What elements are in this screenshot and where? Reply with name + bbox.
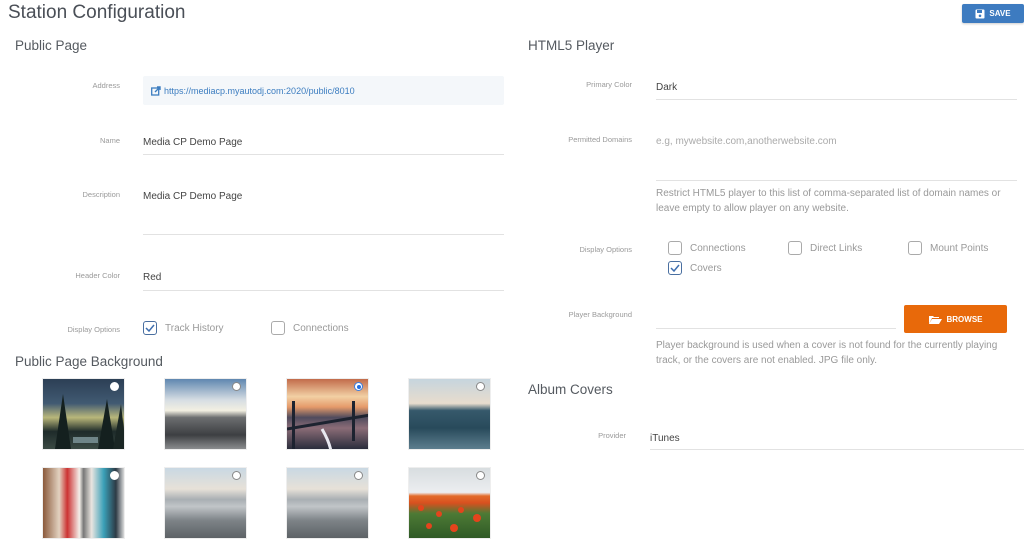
player-background-help: Player background is used when a cover i… (656, 340, 998, 366)
checkbox-covers[interactable]: Covers (668, 261, 722, 275)
background-radio[interactable] (476, 382, 485, 391)
checkbox-unchecked-icon[interactable] (908, 241, 922, 255)
checkbox-direct-links[interactable]: Direct Links (788, 241, 862, 255)
checkbox-mount-points[interactable]: Mount Points (908, 241, 988, 255)
primary-color-select[interactable]: Dark (656, 82, 677, 93)
external-link-icon (151, 85, 161, 96)
public-display-options-label: Display Options (67, 325, 120, 334)
header-color-underline (143, 290, 504, 291)
primary-color-underline (656, 99, 1017, 100)
provider-label: Provider (598, 431, 626, 440)
checkbox-connections[interactable]: Connections (271, 321, 349, 335)
checkbox-unchecked-icon[interactable] (271, 321, 285, 335)
provider-select[interactable]: iTunes (650, 433, 680, 444)
public-page-title: Public Page (15, 38, 88, 53)
name-input[interactable]: Media CP Demo Page (143, 137, 242, 148)
background-radio[interactable] (110, 471, 119, 480)
background-option-misty-mountains[interactable] (164, 467, 247, 539)
background-radio[interactable] (476, 471, 485, 480)
page-title: Station Configuration (8, 2, 186, 23)
background-radio[interactable] (354, 471, 363, 480)
checkbox-label: Mount Points (930, 242, 989, 254)
header-color-label: Header Color (75, 271, 120, 280)
checkbox-unchecked-icon[interactable] (668, 241, 682, 255)
browse-button-label: BROWSE (946, 314, 983, 324)
address-link[interactable]: https://mediacp.myautodj.com:2020/public… (164, 86, 355, 96)
background-radio[interactable] (232, 382, 241, 391)
save-button[interactable]: SAVE (962, 4, 1024, 23)
checkbox-label: Connections (293, 322, 349, 334)
html5-player-title: HTML5 Player (528, 38, 615, 53)
background-option-night-forest[interactable] (42, 378, 125, 450)
save-button-label: SAVE (989, 9, 1011, 18)
address-label: Address (92, 81, 120, 90)
permitted-domains-input[interactable]: e.g, mywebsite.com,anotherwebsite.com (656, 136, 837, 147)
checkbox-unchecked-icon[interactable] (788, 241, 802, 255)
album-covers-title: Album Covers (528, 382, 613, 397)
background-option-poppy-field[interactable] (408, 467, 491, 539)
name-label: Name (99, 136, 120, 145)
folder-open-icon (928, 315, 942, 324)
background-option-poster-collage[interactable] (42, 467, 125, 539)
checkbox-label: Connections (690, 242, 746, 254)
background-option-ocean-waves[interactable] (408, 378, 491, 450)
provider-underline (650, 449, 1024, 450)
description-label: Description (82, 190, 120, 199)
permitted-domains-help: Restrict HTML5 player to this list of co… (656, 188, 1001, 214)
checkbox-player-connections[interactable]: Connections (668, 241, 746, 255)
checkbox-checked-icon[interactable] (668, 261, 682, 275)
public-page-background-title: Public Page Background (15, 354, 163, 369)
header-color-select[interactable]: Red (143, 272, 161, 283)
player-background-input[interactable] (656, 328, 896, 329)
name-input-underline (143, 154, 504, 155)
player-background-label: Player Background (568, 310, 632, 319)
checkbox-checked-icon[interactable] (143, 321, 157, 335)
description-underline (143, 234, 504, 235)
background-option-misty-mountains-2[interactable] (286, 467, 369, 539)
checkbox-label: Covers (690, 262, 722, 274)
permitted-domains-label: Permitted Domains (568, 135, 632, 144)
checkbox-label: Track History (165, 322, 224, 334)
player-display-options-label: Display Options (579, 245, 632, 254)
background-radio-selected[interactable] (354, 382, 363, 391)
background-option-bridge-sunset[interactable] (286, 378, 369, 450)
background-radio[interactable] (232, 471, 241, 480)
checkbox-track-history[interactable]: Track History (143, 321, 224, 335)
background-radio[interactable] (110, 382, 119, 391)
background-option-rocky-coast[interactable] (164, 378, 247, 450)
description-textarea[interactable]: Media CP Demo Page (143, 191, 242, 202)
permitted-domains-underline (656, 180, 1017, 181)
checkbox-label: Direct Links (810, 242, 863, 254)
floppy-disk-icon (975, 9, 985, 18)
address-field: https://mediacp.myautodj.com:2020/public… (143, 76, 504, 105)
browse-button[interactable]: BROWSE (904, 305, 1007, 333)
primary-color-label: Primary Color (586, 80, 632, 89)
